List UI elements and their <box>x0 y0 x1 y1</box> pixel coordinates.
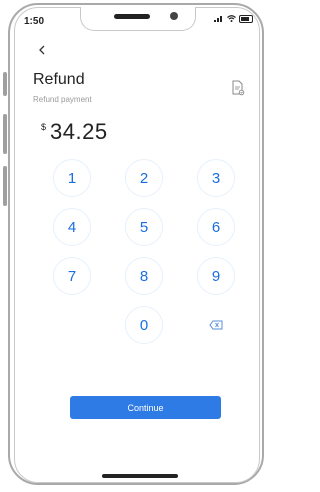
keypad-key-3[interactable]: 3 <box>197 159 235 197</box>
phone-volume-up <box>3 114 7 154</box>
phone-volume-down <box>3 166 7 206</box>
receipt-icon <box>232 80 245 96</box>
keypad-key-4[interactable]: 4 <box>53 208 91 246</box>
chevron-left-icon <box>39 45 45 55</box>
front-camera <box>170 12 178 20</box>
currency-symbol: $ <box>41 122 47 132</box>
phone-side-button <box>3 72 7 96</box>
keypad-key-2[interactable]: 2 <box>125 159 163 197</box>
battery-icon <box>239 15 253 23</box>
keypad-key-6[interactable]: 6 <box>197 208 235 246</box>
keypad-key-9[interactable]: 9 <box>197 257 235 295</box>
keypad-delete-button[interactable] <box>197 306 235 344</box>
status-time: 1:50 <box>24 16 45 27</box>
status-icons <box>214 14 253 24</box>
wifi-icon <box>227 14 236 24</box>
continue-button[interactable]: Continue <box>70 396 221 419</box>
speaker-grille <box>114 14 150 19</box>
keypad-key-5[interactable]: 5 <box>125 208 163 246</box>
page-subtitle: Refund payment <box>33 95 92 104</box>
keypad-key-1[interactable]: 1 <box>53 159 91 197</box>
keypad-key-0[interactable]: 0 <box>125 306 163 344</box>
phone-notch <box>80 7 196 31</box>
back-button[interactable] <box>38 44 46 58</box>
page-title: Refund <box>33 71 85 88</box>
signal-icon <box>214 14 224 24</box>
backspace-icon <box>209 320 223 330</box>
keypad-key-7[interactable]: 7 <box>53 257 91 295</box>
amount-value: 34.25 <box>50 119 108 144</box>
home-indicator <box>102 474 178 478</box>
receipt-button[interactable] <box>231 80 245 96</box>
keypad-key-8[interactable]: 8 <box>125 257 163 295</box>
